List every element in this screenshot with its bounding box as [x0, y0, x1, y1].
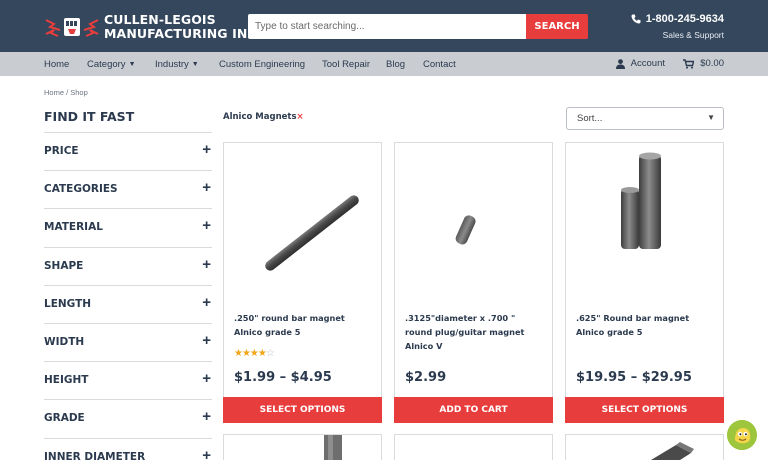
filter-length[interactable]: LENGTH + — [44, 284, 212, 323]
phone-link[interactable]: 1-800-245-9634 — [631, 13, 724, 25]
product-image[interactable] — [224, 435, 381, 460]
select-options-button[interactable]: SELECT OPTIONS — [565, 397, 724, 423]
chat-widget-button[interactable] — [727, 420, 757, 450]
active-filter-label: Alnico Magnets — [223, 112, 297, 122]
logo-line-1: CULLEN-LEGOIS — [104, 12, 216, 27]
top-header: CULLEN-LEGOIS MANUFACTURING INC. SEARCH … — [0, 0, 768, 52]
plus-icon: + — [202, 331, 211, 349]
nav-home-label: Home — [44, 59, 70, 70]
filter-label: INNER DIAMETER — [44, 450, 146, 460]
product-card[interactable] — [223, 434, 382, 460]
filter-categories[interactable]: CATEGORIES + — [44, 170, 212, 208]
chevron-down-icon: ▼ — [191, 61, 199, 68]
filter-label: PRICE — [44, 145, 79, 157]
nav-contact[interactable]: Contact — [423, 59, 456, 70]
filter-grade[interactable]: GRADE + — [44, 399, 212, 437]
filter-label: MATERIAL — [44, 221, 103, 234]
filter-width[interactable]: WIDTH + — [44, 322, 212, 361]
nav-blog-label: Blog — [386, 59, 406, 70]
plus-icon: + — [202, 217, 211, 235]
user-icon — [615, 58, 625, 69]
search-bar: SEARCH — [248, 14, 588, 39]
plus-icon: + — [202, 293, 211, 311]
product-title[interactable]: .250" round bar magnet Alnico grade 5 — [234, 311, 374, 339]
filter-list: PRICE + CATEGORIES + MATERIAL + SHAPE + LENG… — [44, 132, 212, 460]
rating-stars: ★★★★☆ — [234, 348, 275, 359]
search-button[interactable]: SEARCH — [526, 14, 588, 39]
logo-text: CULLEN-LEGOIS MANUFACTURING INC. — [104, 13, 262, 41]
site-logo[interactable]: CULLEN-LEGOIS MANUFACTURING INC. — [44, 10, 262, 44]
plus-icon: + — [202, 255, 211, 273]
active-filter-chip[interactable]: Alnico Magnets× — [223, 112, 304, 122]
filter-height[interactable]: HEIGHT + — [44, 361, 212, 399]
filter-label: SHAPE — [44, 259, 84, 272]
add-to-cart-button[interactable]: ADD TO CART — [394, 397, 553, 423]
nav-custom-engineering-label: Custom Engineering — [219, 59, 306, 70]
star-filled-icon: ★★★★ — [234, 348, 267, 359]
nav-industry[interactable]: Industry ▼ — [155, 59, 199, 70]
cart-total: $0.00 — [700, 58, 724, 69]
main-nav: Home Category ▼ Industry ▼ Custom Engineer… — [0, 52, 768, 76]
star-empty-icon: ☆ — [265, 348, 275, 359]
nav-blog[interactable]: Blog — [386, 59, 405, 70]
nav-tool-repair-label: Tool Repair — [322, 59, 371, 70]
logo-line-2: MANUFACTURING INC. — [104, 26, 262, 41]
filter-label: WIDTH — [44, 335, 85, 348]
product-image[interactable] — [566, 143, 723, 305]
product-title[interactable]: .3125"diameter x .700 " round plug/guita… — [405, 311, 545, 353]
nav-home[interactable]: Home — [44, 59, 69, 70]
plus-icon: + — [202, 446, 211, 460]
product-image[interactable] — [395, 143, 552, 305]
filter-label: LENGTH — [44, 297, 92, 310]
account-link[interactable]: Account — [615, 58, 665, 69]
plus-icon: + — [202, 179, 211, 197]
logo-icon — [45, 18, 99, 37]
remove-filter-icon[interactable]: × — [297, 112, 304, 122]
chevron-down-icon: ▼ — [128, 61, 136, 68]
breadcrumb[interactable]: Home / Shop — [44, 88, 88, 97]
chat-mascot-icon — [727, 420, 757, 450]
sidebar-title: FIND IT FAST — [44, 109, 135, 124]
product-price: $19.95 – $29.95 — [576, 370, 692, 385]
product-image[interactable] — [566, 435, 723, 460]
filter-label: GRADE — [44, 412, 85, 425]
plus-icon: + — [202, 408, 211, 426]
filter-label: HEIGHT — [44, 374, 89, 387]
nav-category[interactable]: Category ▼ — [87, 59, 136, 70]
product-price: $1.99 – $4.95 — [234, 370, 332, 385]
plus-icon: + — [202, 370, 211, 388]
filter-price[interactable]: PRICE + — [44, 132, 212, 170]
phone-icon — [631, 14, 641, 24]
search-input[interactable] — [248, 14, 526, 39]
filter-shape[interactable]: SHAPE + — [44, 246, 212, 285]
phone-caption: Sales & Support — [662, 30, 724, 40]
cart-icon — [683, 58, 695, 69]
nav-tool-repair[interactable]: Tool Repair — [322, 59, 370, 70]
filter-material[interactable]: MATERIAL + — [44, 208, 212, 246]
nav-category-label: Category — [87, 59, 126, 70]
phone-number: 1-800-245-9634 — [645, 13, 724, 25]
filter-inner-diameter[interactable]: INNER DIAMETER + — [44, 437, 212, 460]
nav-industry-label: Industry — [155, 59, 189, 70]
product-card[interactable] — [565, 434, 724, 460]
plus-icon: + — [202, 141, 211, 158]
product-title[interactable]: .625" Round bar magnet Alnico grade 5 — [576, 311, 716, 339]
sort-selected: Sort... — [577, 113, 603, 124]
select-options-button[interactable]: SELECT OPTIONS — [223, 397, 382, 423]
sort-select[interactable]: Sort... ▼ — [566, 107, 724, 130]
product-image[interactable] — [224, 143, 381, 305]
nav-contact-label: Contact — [423, 59, 456, 70]
cart-link[interactable]: $0.00 — [683, 58, 724, 69]
filter-label: CATEGORIES — [44, 183, 118, 196]
account-label: Account — [630, 58, 665, 69]
nav-custom-engineering[interactable]: Custom Engineering — [219, 59, 305, 70]
product-card[interactable]: .3125"diameter x .700 " round plug/guita… — [394, 142, 553, 423]
product-card[interactable] — [394, 434, 553, 460]
product-card[interactable]: .250" round bar magnet Alnico grade 5 ★★… — [223, 142, 382, 423]
chevron-down-icon: ▼ — [707, 113, 715, 122]
product-price: $2.99 — [405, 370, 447, 385]
product-card[interactable]: .625" Round bar magnet Alnico grade 5 $1… — [565, 142, 724, 423]
